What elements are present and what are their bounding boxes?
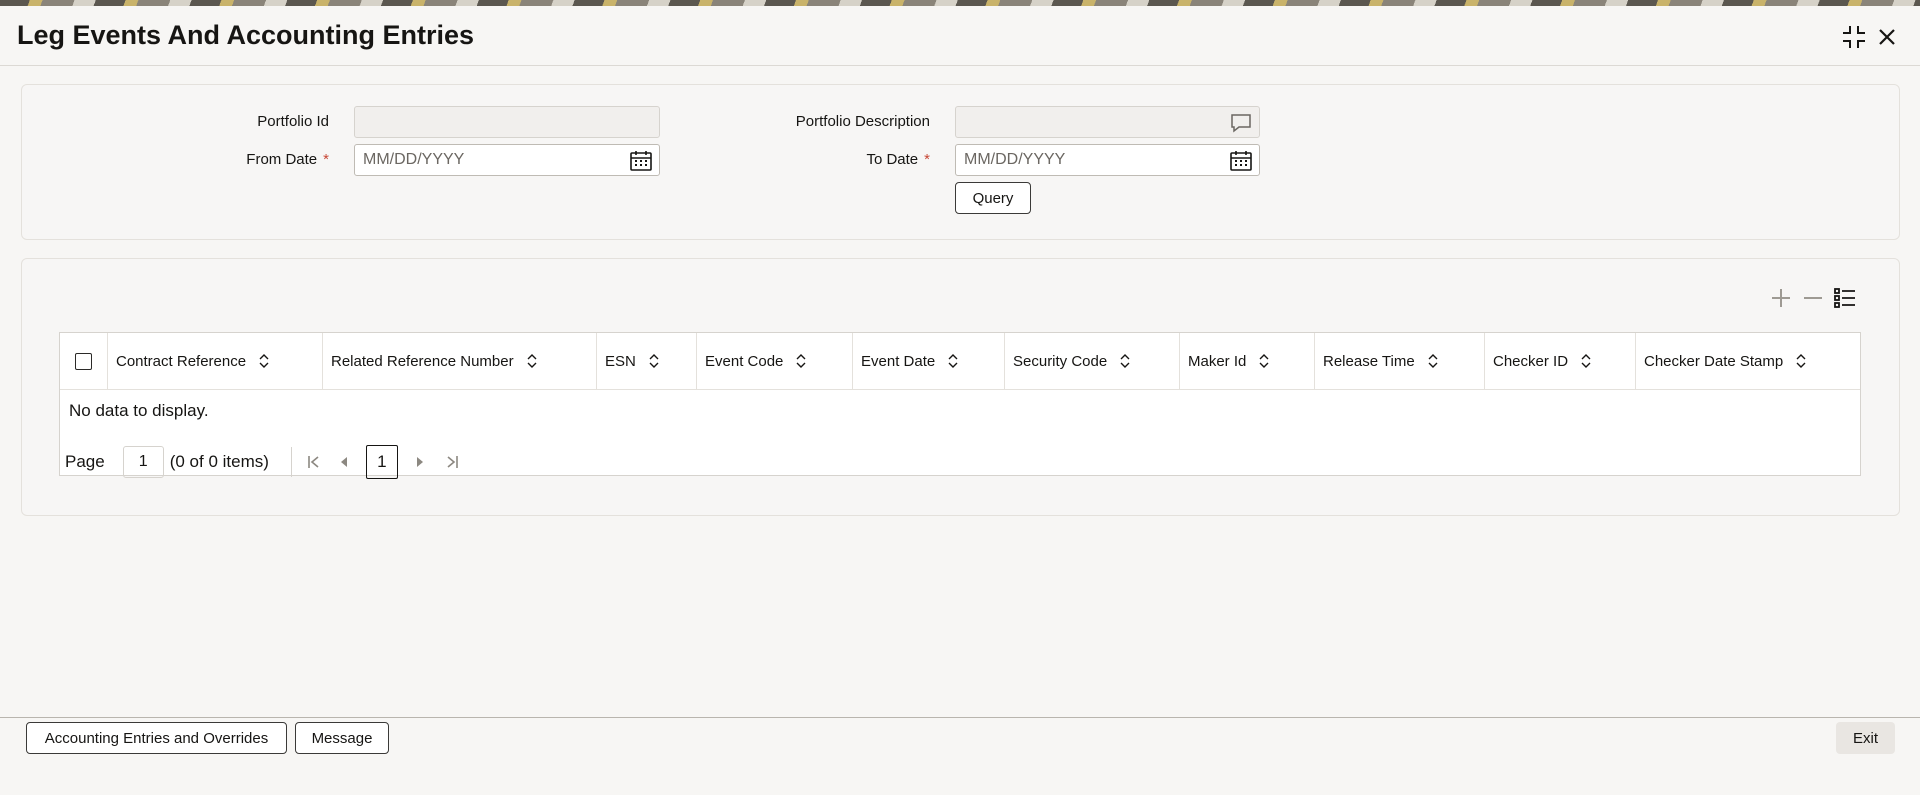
- current-page-button[interactable]: 1: [365, 445, 398, 479]
- portfolio-id-label: Portfolio Id: [257, 113, 329, 130]
- column-header[interactable]: Contract Reference: [108, 333, 323, 389]
- column-header-label: Event Date: [861, 352, 936, 370]
- column-header[interactable]: Security Code: [1005, 333, 1180, 389]
- required-marker: *: [924, 151, 930, 168]
- column-header-label: Contract Reference: [116, 352, 247, 370]
- prev-page-icon[interactable]: [332, 454, 356, 470]
- sort-icon[interactable]: [947, 353, 959, 369]
- column-header-label: Related Reference Number: [331, 352, 514, 370]
- comment-icon[interactable]: [1229, 112, 1253, 134]
- calendar-icon[interactable]: [1229, 150, 1253, 172]
- from-date-label: From Date *: [200, 151, 329, 168]
- footer-bar: [0, 717, 1920, 795]
- to-date-field[interactable]: [955, 144, 1260, 176]
- from-date-input[interactable]: [355, 145, 659, 175]
- from-date-field[interactable]: [354, 144, 660, 176]
- sort-icon[interactable]: [258, 353, 270, 369]
- sort-icon[interactable]: [526, 353, 538, 369]
- column-header-label: Checker ID: [1493, 352, 1569, 370]
- from-date-label-text: From Date: [246, 151, 318, 168]
- column-header-label: Event Code: [705, 352, 784, 370]
- portfolio-description-input: [956, 107, 1259, 137]
- column-header[interactable]: Related Reference Number: [323, 333, 597, 389]
- query-button[interactable]: Query: [955, 182, 1031, 214]
- page-input[interactable]: 1: [122, 446, 164, 478]
- column-header-label: Checker Date Stamp: [1644, 352, 1784, 370]
- message-button[interactable]: Message: [295, 722, 389, 754]
- close-icon[interactable]: [1874, 24, 1900, 50]
- first-page-icon[interactable]: [302, 454, 326, 470]
- column-header[interactable]: ESN: [597, 333, 697, 389]
- sort-icon[interactable]: [795, 353, 807, 369]
- column-header[interactable]: Event Date: [853, 333, 1005, 389]
- sort-icon[interactable]: [1580, 353, 1592, 369]
- calendar-icon[interactable]: [629, 150, 653, 172]
- sort-icon[interactable]: [648, 353, 660, 369]
- column-settings-icon[interactable]: [1833, 286, 1857, 310]
- to-date-label-text: To Date: [866, 151, 919, 168]
- items-count: (0 of 0 items): [169, 452, 269, 471]
- next-page-icon[interactable]: [408, 454, 432, 470]
- pagination: Page 1 (0 of 0 items) 1: [65, 445, 464, 479]
- column-header-label: Maker Id: [1188, 352, 1247, 370]
- results-table: Contract Reference Related Reference Num…: [59, 332, 1861, 479]
- portfolio-id-field: [354, 106, 660, 138]
- column-header-label: ESN: [605, 352, 636, 370]
- column-header[interactable]: Release Time: [1315, 333, 1485, 389]
- to-date-label: To Date *: [800, 151, 930, 168]
- empty-message: No data to display.: [69, 401, 209, 420]
- portfolio-id-input: [355, 107, 659, 137]
- window-header: Leg Events And Accounting Entries: [0, 6, 1920, 66]
- select-all-checkbox[interactable]: [75, 352, 92, 370]
- column-header-label: Release Time: [1323, 352, 1415, 370]
- accounting-entries-button[interactable]: Accounting Entries and Overrides: [26, 722, 287, 754]
- portfolio-description-label: Portfolio Description: [795, 113, 930, 130]
- remove-row-icon[interactable]: [1801, 286, 1825, 310]
- page-label: Page: [65, 452, 105, 471]
- page-title: Leg Events And Accounting Entries: [17, 20, 475, 50]
- last-page-icon[interactable]: [440, 454, 464, 470]
- column-header[interactable]: Event Code: [697, 333, 853, 389]
- divider: [290, 447, 292, 477]
- column-header-label: Security Code: [1013, 352, 1108, 370]
- required-marker: *: [323, 151, 329, 168]
- column-header[interactable]: Maker Id: [1180, 333, 1315, 389]
- select-all-cell: [60, 333, 108, 389]
- column-header[interactable]: Checker Date Stamp: [1636, 333, 1860, 389]
- collapse-icon[interactable]: [1841, 24, 1867, 50]
- sort-icon[interactable]: [1795, 353, 1807, 369]
- add-row-icon[interactable]: [1769, 286, 1793, 310]
- column-header[interactable]: Checker ID: [1485, 333, 1636, 389]
- to-date-input[interactable]: [956, 145, 1259, 175]
- sort-icon[interactable]: [1427, 353, 1439, 369]
- portfolio-description-field: [955, 106, 1260, 138]
- sort-icon[interactable]: [1258, 353, 1270, 369]
- table-header: Contract Reference Related Reference Num…: [60, 333, 1860, 390]
- sort-icon[interactable]: [1119, 353, 1131, 369]
- exit-button[interactable]: Exit: [1836, 722, 1895, 754]
